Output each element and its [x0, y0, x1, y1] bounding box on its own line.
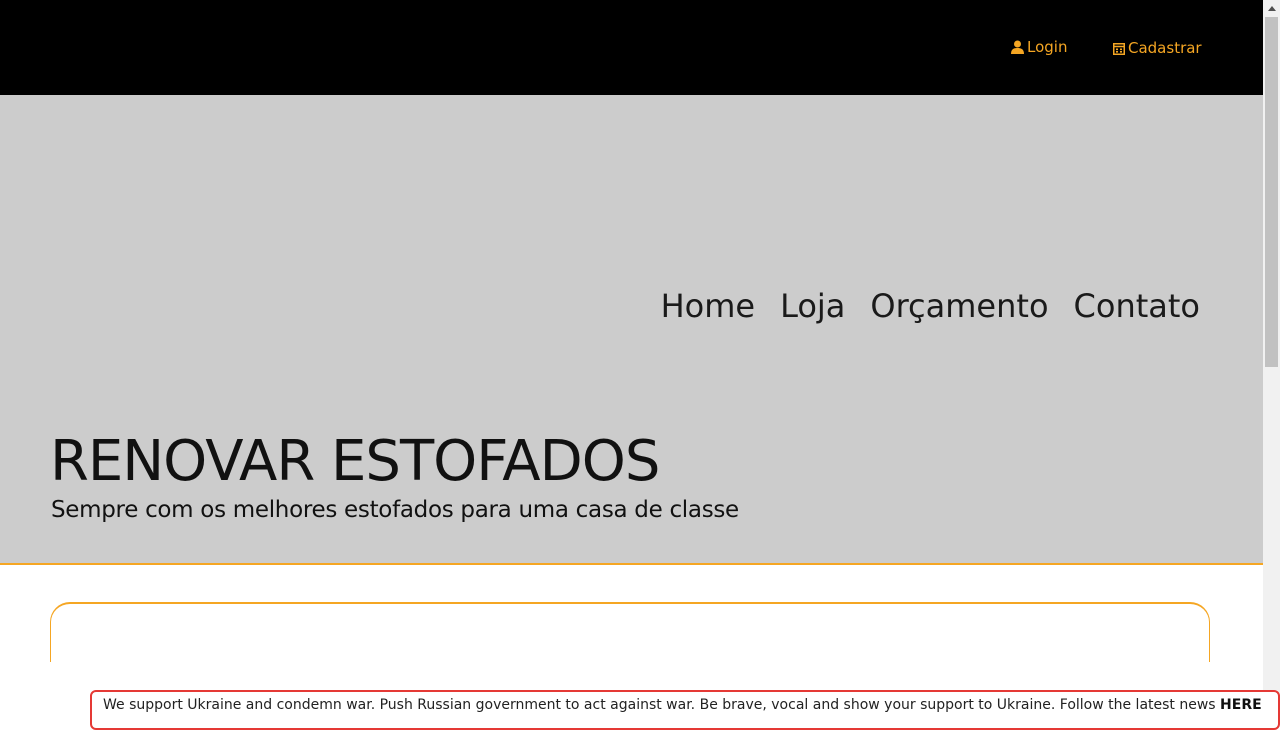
calendar-icon — [1113, 42, 1125, 55]
login-link[interactable]: Login — [1011, 38, 1067, 56]
nav-item-home[interactable]: Home — [661, 288, 756, 324]
hero-section: Home Loja Orçamento Contato RENOVAR ESTO… — [0, 95, 1263, 565]
nav-item-orcamento[interactable]: Orçamento — [870, 288, 1048, 324]
user-icon — [1011, 40, 1024, 54]
main-nav: Home Loja Orçamento Contato — [661, 288, 1200, 324]
banner-link[interactable]: HERE — [1220, 697, 1262, 713]
banner-text: We support Ukraine and condemn war. Push… — [103, 697, 1216, 713]
top-bar: Login Cadastrar — [0, 0, 1263, 95]
nav-item-contato[interactable]: Contato — [1074, 288, 1200, 324]
vertical-scrollbar[interactable] — [1263, 0, 1280, 720]
scrollbar-thumb[interactable] — [1265, 17, 1278, 367]
scroll-up-arrow-icon[interactable] — [1263, 0, 1280, 17]
hero-subtitle: Sempre com os melhores estofados para um… — [51, 497, 739, 523]
login-label: Login — [1027, 38, 1068, 56]
signup-link[interactable]: Cadastrar — [1113, 39, 1202, 57]
content-card — [50, 602, 1210, 662]
ukraine-support-banner: We support Ukraine and condemn war. Push… — [90, 690, 1280, 730]
signup-label: Cadastrar — [1128, 39, 1202, 57]
nav-item-loja[interactable]: Loja — [780, 288, 845, 324]
hero-title: RENOVAR ESTOFADOS — [50, 429, 660, 494]
